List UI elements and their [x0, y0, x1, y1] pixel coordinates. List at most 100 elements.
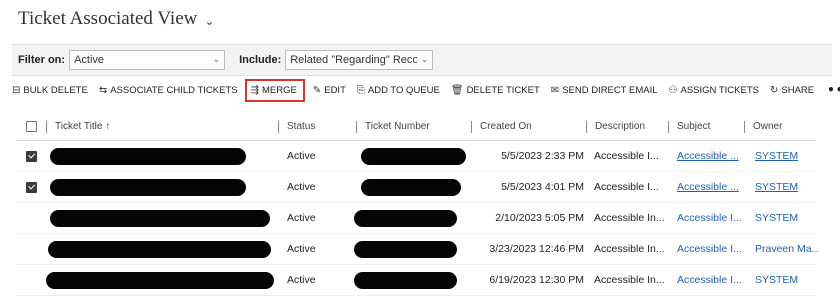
view-title[interactable]: Ticket Associated View ⌄	[18, 8, 214, 30]
edit-button[interactable]: ✎ EDIT	[313, 85, 346, 96]
created-on-cell: 6/19/2023 12:30 PM	[471, 265, 584, 295]
share-button[interactable]: ↻ SHARE	[770, 85, 814, 96]
bulk-delete-button[interactable]: ⊟ BULK DELETE	[12, 85, 88, 96]
bulk-delete-label: BULK DELETE	[23, 84, 88, 96]
owner-cell[interactable]: SYSTEM	[755, 172, 819, 202]
delete-ticket-button[interactable]: 🗑 DELETE TICKET	[451, 85, 540, 96]
redacted-ticket-number	[361, 147, 466, 165]
status-cell: Active	[287, 234, 347, 264]
add-to-queue-button[interactable]: ⎘ ADD TO QUEUE	[357, 85, 440, 96]
column-created-on[interactable]: Created On	[471, 113, 581, 140]
column-subject-label: Subject	[677, 121, 711, 132]
table-row[interactable]: Active 2/10/2023 5:05 PM Accessible In... A…	[16, 203, 816, 234]
owner-cell[interactable]: SYSTEM	[755, 203, 819, 233]
row-checkbox[interactable]	[26, 141, 37, 171]
subject-cell[interactable]: Accessible I...	[677, 234, 749, 264]
description-cell: Accessible In...	[594, 265, 670, 295]
owner-cell[interactable]: SYSTEM	[755, 141, 819, 171]
ticket-title-cell[interactable]	[46, 265, 274, 295]
table-row[interactable]: Active 6/19/2023 12:30 PM Accessible In...…	[16, 265, 816, 296]
created-on-cell: 3/23/2023 12:46 PM	[471, 234, 584, 264]
assign-icon: ⚇	[668, 84, 678, 96]
column-ticket-number-label: Ticket Number	[365, 121, 430, 132]
checked-checkbox-icon	[26, 181, 37, 193]
table-row[interactable]: Active 5/5/2023 4:01 PM Accessible I... Acc…	[16, 172, 816, 203]
redacted-ticket-number	[354, 271, 457, 289]
filter-bar: Filter on: Active ⌄ Include: Related "Re…	[12, 44, 832, 76]
subject-link[interactable]: Accessible ...	[677, 181, 739, 193]
status-text: Active	[287, 150, 316, 162]
merge-button[interactable]: ⇶ MERGE	[244, 78, 305, 102]
column-owner[interactable]: Owner	[744, 113, 816, 140]
owner-cell[interactable]: Praveen Ma...	[755, 234, 819, 264]
ticket-title-cell[interactable]	[50, 203, 270, 233]
column-subject[interactable]: Subject	[668, 113, 743, 140]
status-cell: Active	[287, 203, 347, 233]
table-row[interactable]: Active 5/5/2023 2:33 PM Accessible I... Acc…	[16, 141, 816, 172]
description-text: Accessible In...	[594, 243, 665, 255]
subject-link[interactable]: Accessible I...	[677, 212, 742, 224]
add-to-queue-icon: ⎘	[356, 84, 365, 96]
subject-cell[interactable]: Accessible I...	[677, 203, 749, 233]
owner-link[interactable]: SYSTEM	[755, 150, 798, 162]
send-direct-email-button[interactable]: ✉ SEND DIRECT EMAIL	[551, 85, 658, 96]
grid-body: Active 5/5/2023 2:33 PM Accessible I... Acc…	[16, 141, 819, 296]
subject-link[interactable]: Accessible I...	[677, 243, 742, 255]
filter-select-value: Active	[74, 54, 105, 66]
subject-cell[interactable]: Accessible ...	[677, 141, 749, 171]
column-ticket-title[interactable]: Ticket Title ↑	[46, 113, 261, 140]
column-status[interactable]: Status	[278, 113, 353, 140]
created-on-text: 5/5/2023 2:33 PM	[501, 150, 584, 162]
description-cell: Accessible In...	[594, 203, 670, 233]
subject-link[interactable]: Accessible ...	[677, 150, 739, 162]
owner-cell[interactable]: SYSTEM	[755, 265, 819, 295]
include-select[interactable]: Related "Regarding" Records ⌄	[285, 50, 434, 70]
owner-link[interactable]: Praveen Ma...	[755, 243, 819, 255]
ticket-number-cell	[354, 203, 457, 233]
merge-label: MERGE	[262, 84, 297, 96]
subject-cell[interactable]: Accessible ...	[677, 172, 749, 202]
select-all-checkbox-box	[26, 121, 37, 132]
status-text: Active	[287, 243, 316, 255]
description-text: Accessible In...	[594, 212, 665, 224]
assign-tickets-label: ASSIGN TICKETS	[680, 84, 759, 96]
redacted-ticket-title	[50, 209, 270, 227]
ticket-title-cell[interactable]	[50, 141, 246, 171]
row-checkbox[interactable]	[26, 172, 37, 202]
description-cell: Accessible I...	[594, 141, 670, 171]
created-on-cell: 2/10/2023 5:05 PM	[471, 203, 584, 233]
created-on-text: 5/5/2023 4:01 PM	[501, 181, 584, 193]
filter-select[interactable]: Active ⌄	[69, 50, 226, 70]
edit-label: EDIT	[324, 84, 346, 96]
column-owner-label: Owner	[753, 121, 783, 132]
column-created-on-label: Created On	[480, 121, 532, 132]
more-commands-button[interactable]: •••	[827, 83, 840, 97]
send-direct-email-label: SEND DIRECT EMAIL	[562, 84, 658, 96]
subject-cell[interactable]: Accessible I...	[677, 265, 749, 295]
column-ticket-number[interactable]: Ticket Number	[356, 113, 466, 140]
include-label: Include:	[239, 54, 282, 66]
created-on-text: 2/10/2023 5:05 PM	[495, 212, 584, 224]
associate-child-tickets-button[interactable]: ⇆ ASSOCIATE CHILD TICKETS	[99, 85, 238, 96]
ticket-title-cell[interactable]	[50, 172, 246, 202]
ticket-title-cell[interactable]	[48, 234, 271, 264]
share-label: SHARE	[781, 84, 815, 96]
pencil-icon: ✎	[312, 84, 322, 96]
chevron-down-icon: ⌄	[212, 55, 221, 65]
ticket-number-cell	[361, 141, 466, 171]
owner-link[interactable]: SYSTEM	[755, 212, 798, 224]
redacted-ticket-title	[48, 240, 271, 258]
column-description[interactable]: Description	[586, 113, 666, 140]
email-icon: ✉	[550, 84, 560, 96]
table-row[interactable]: Active 3/23/2023 12:46 PM Accessible In...…	[16, 234, 819, 265]
owner-link[interactable]: SYSTEM	[755, 274, 798, 286]
trash-icon: 🗑	[450, 84, 464, 96]
subject-link[interactable]: Accessible I...	[677, 274, 742, 286]
add-to-queue-label: ADD TO QUEUE	[367, 84, 440, 96]
chevron-down-icon[interactable]: ⌄	[204, 14, 214, 28]
grid-header: Ticket Title ↑ Status Ticket Number Crea…	[16, 113, 816, 141]
status-cell: Active	[287, 265, 347, 295]
assign-tickets-button[interactable]: ⚇ ASSIGN TICKETS	[669, 85, 759, 96]
select-all-checkbox[interactable]	[26, 113, 37, 140]
owner-link[interactable]: SYSTEM	[755, 181, 798, 193]
